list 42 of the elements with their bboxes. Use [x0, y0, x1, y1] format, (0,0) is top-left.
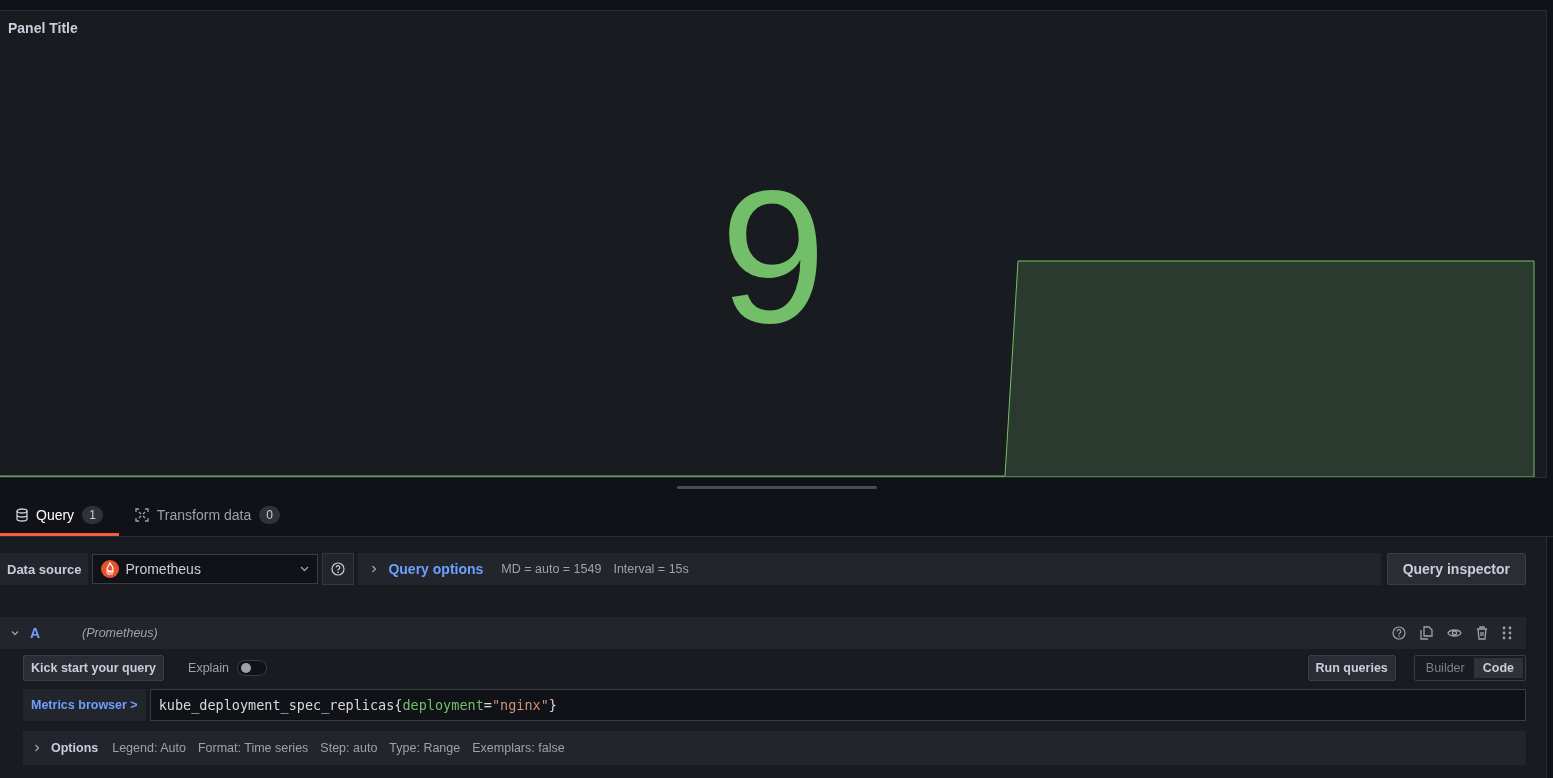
option-summary: Type: Range	[389, 741, 461, 755]
drag-handle-icon[interactable]	[1502, 626, 1512, 640]
query-data-source: (Prometheus)	[82, 626, 159, 640]
count-badge: 0	[259, 505, 280, 524]
copy-icon[interactable]	[1420, 626, 1433, 640]
eye-icon[interactable]	[1447, 627, 1462, 639]
query-inspector-button[interactable]: Query inspector	[1386, 553, 1526, 585]
transform-icon	[134, 507, 149, 522]
query-input-field[interactable]: kube_deployment_spec_replicas{deployment="nginx"}	[149, 689, 1526, 721]
help-icon	[331, 562, 346, 576]
max-data-points-text: MD = auto = 1549	[501, 562, 602, 576]
resize-handle[interactable]	[676, 485, 877, 489]
run-queries-button[interactable]: Run queries	[1307, 655, 1396, 681]
data-source-select[interactable]: Prometheus	[92, 554, 319, 584]
chevron-icon	[33, 744, 41, 752]
option-summary: Format: Time series	[197, 741, 309, 755]
help-button[interactable]	[322, 553, 355, 585]
option-summary: Exemplars: false	[472, 741, 565, 755]
caret-icon	[300, 566, 310, 572]
stat-value: 9	[719, 161, 827, 351]
query-ref-id: A	[30, 625, 42, 641]
mode-option[interactable]: Code	[1473, 658, 1523, 678]
interval-text: Interval = 15s	[613, 562, 689, 576]
mode-option[interactable]: Builder	[1416, 658, 1474, 678]
panel-title: Panel Title	[8, 20, 78, 36]
option-summary: Step: auto	[320, 741, 378, 755]
chevron-icon	[11, 629, 19, 637]
editor-tab[interactable]: Transform data 0	[118, 496, 296, 536]
kick-start-button[interactable]: Kick start your query	[23, 655, 165, 681]
data-source-label: Data source	[0, 553, 89, 585]
query-options-toggle[interactable]: Query options	[370, 561, 484, 577]
trash-icon[interactable]	[1476, 626, 1488, 640]
database-icon	[16, 507, 28, 522]
explain-switch[interactable]	[237, 660, 268, 676]
explain-label: Explain	[188, 661, 230, 675]
help-icon[interactable]	[1392, 626, 1406, 640]
flame-logo-icon	[101, 560, 120, 578]
option-summary: Legend: Auto	[112, 741, 186, 755]
chevron-icon	[370, 565, 379, 573]
options-toggle[interactable]: Options	[33, 741, 99, 755]
count-badge: 1	[82, 505, 103, 524]
metrics-browser-button[interactable]: Metrics browser >	[23, 689, 146, 721]
